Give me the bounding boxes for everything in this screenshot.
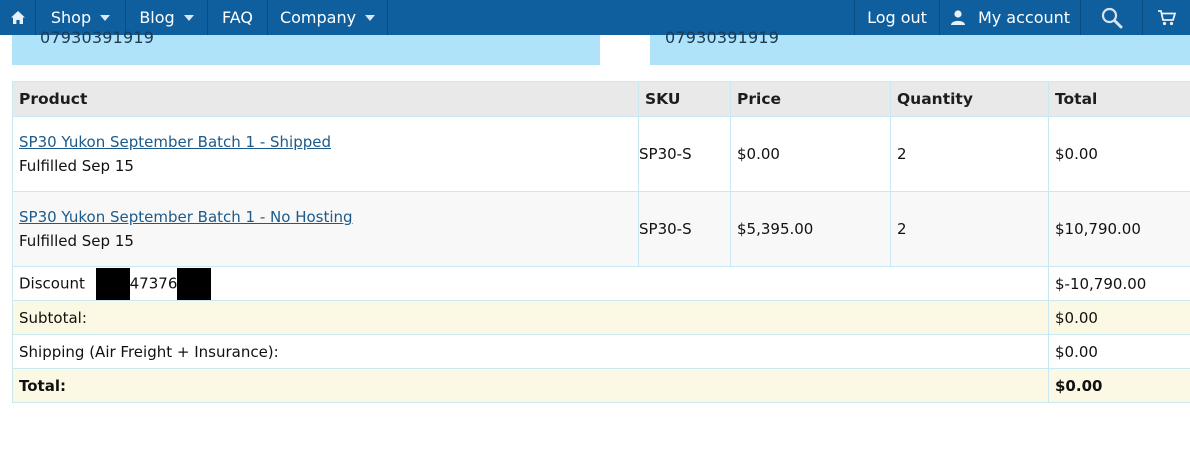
subtotal-row: Subtotal: $0.00: [12, 300, 1190, 335]
price-cell: $0.00: [730, 116, 891, 192]
total-value: $0.00: [1048, 368, 1190, 403]
sku-cell: SP30-S: [638, 116, 731, 192]
table-row: SP30 Yukon September Batch 1 - No Hostin…: [12, 191, 1190, 267]
product-link[interactable]: SP30 Yukon September Batch 1 - No Hostin…: [19, 208, 353, 226]
price-cell: $5,395.00: [730, 191, 891, 267]
my-account-label: My account: [977, 8, 1071, 27]
discount-label-cell: Discount 47376: [12, 266, 1049, 301]
home-icon: [10, 11, 25, 24]
redaction-block: [95, 267, 130, 300]
fulfillment-status: Fulfilled Sep 15: [19, 157, 134, 175]
shipping-row: Shipping (Air Freight + Insurance): $0.0…: [12, 334, 1190, 369]
total-cell: $10,790.00: [1048, 191, 1190, 267]
total-row: Total: $0.00: [12, 368, 1190, 403]
sku-cell: SP30-S: [638, 191, 731, 267]
my-account-link[interactable]: My account: [940, 0, 1081, 35]
chevron-down-icon: [100, 14, 111, 21]
subtotal-label: Subtotal:: [12, 300, 1049, 335]
cart-icon: [1157, 9, 1176, 25]
table-row: SP30 Yukon September Batch 1 - Shipped F…: [12, 116, 1190, 192]
total-cell: $0.00: [1048, 116, 1190, 192]
chevron-down-icon: [365, 14, 376, 21]
nav-faq-label: FAQ: [222, 8, 253, 27]
billing-address-box: 07930391919: [12, 28, 600, 65]
subtotal-value: $0.00: [1048, 300, 1190, 335]
nav-company[interactable]: Company: [268, 0, 388, 35]
search-button[interactable]: [1081, 0, 1143, 35]
logout-label: Log out: [867, 8, 927, 27]
discount-row: Discount 47376 $-10,790.00: [12, 266, 1190, 301]
nav-blog-label: Blog: [139, 8, 175, 27]
column-header-product: Product: [12, 81, 639, 117]
nav-faq[interactable]: FAQ: [208, 0, 268, 35]
shipping-address-box: 07930391919: [650, 28, 1190, 65]
column-header-sku: SKU: [638, 81, 731, 117]
search-icon: [1101, 7, 1122, 28]
shipping-label: Shipping (Air Freight + Insurance):: [12, 334, 1049, 369]
billing-phone: 07930391919: [40, 28, 155, 47]
redaction-block: [177, 267, 212, 300]
total-label: Total:: [12, 368, 1049, 403]
product-link[interactable]: SP30 Yukon September Batch 1 - Shipped: [19, 133, 331, 151]
home-link[interactable]: [0, 0, 36, 35]
nav-company-label: Company: [279, 8, 357, 27]
table-header-row: Product SKU Price Quantity Total: [12, 81, 1190, 117]
fulfillment-status: Fulfilled Sep 15: [19, 232, 134, 250]
cart-button[interactable]: [1143, 0, 1190, 35]
logout-link[interactable]: Log out: [854, 0, 940, 35]
product-cell: SP30 Yukon September Batch 1 - Shipped F…: [12, 116, 639, 192]
column-header-quantity: Quantity: [890, 81, 1049, 117]
discount-value: $-10,790.00: [1048, 266, 1190, 301]
chevron-down-icon: [183, 14, 194, 21]
column-header-price: Price: [730, 81, 891, 117]
discount-label: Discount: [19, 274, 85, 292]
shipping-value: $0.00: [1048, 334, 1190, 369]
discount-code: 47376: [129, 274, 178, 292]
column-header-total: Total: [1048, 81, 1190, 117]
top-navigation: Shop Blog FAQ Company Log out My account: [0, 0, 1190, 35]
quantity-cell: 2: [890, 191, 1049, 267]
user-icon: [950, 10, 965, 25]
product-cell: SP30 Yukon September Batch 1 - No Hostin…: [12, 191, 639, 267]
shipping-phone: 07930391919: [665, 28, 780, 47]
order-table: Product SKU Price Quantity Total SP30 Yu…: [12, 81, 1190, 403]
quantity-cell: 2: [890, 116, 1049, 192]
nav-shop-label: Shop: [50, 8, 92, 27]
